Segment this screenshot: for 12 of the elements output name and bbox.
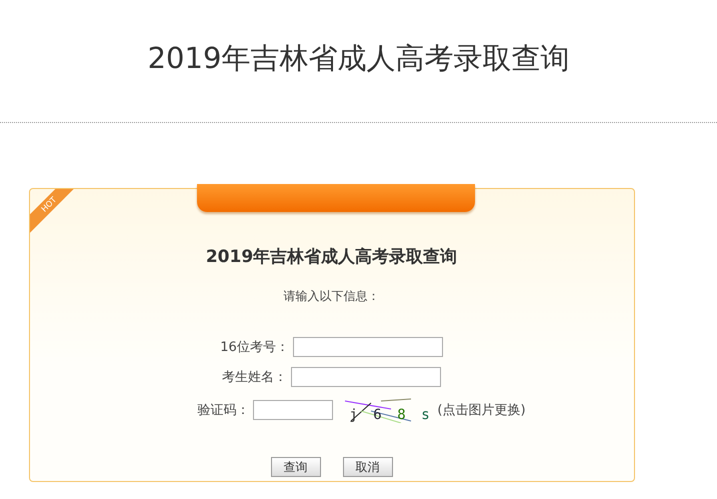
- captcha-hint[interactable]: (点击图片更换): [437, 401, 526, 419]
- cancel-button[interactable]: 取消: [342, 457, 392, 477]
- input-field[interactable]: [253, 400, 334, 420]
- field-label: 验证码：: [197, 402, 250, 419]
- field-label: 考生姓名：: [222, 369, 287, 386]
- instruction-text: 请输入以下信息：: [284, 288, 380, 305]
- input-field[interactable]: [292, 337, 443, 357]
- field-label: 16位考号：: [220, 339, 289, 356]
- input-field[interactable]: [291, 367, 441, 387]
- card-heading: 2019年吉林省成人高考录取查询: [206, 246, 458, 268]
- query-button[interactable]: 查询: [270, 457, 320, 477]
- page-title: 2019年吉林省成人高考录取查询: [148, 40, 570, 77]
